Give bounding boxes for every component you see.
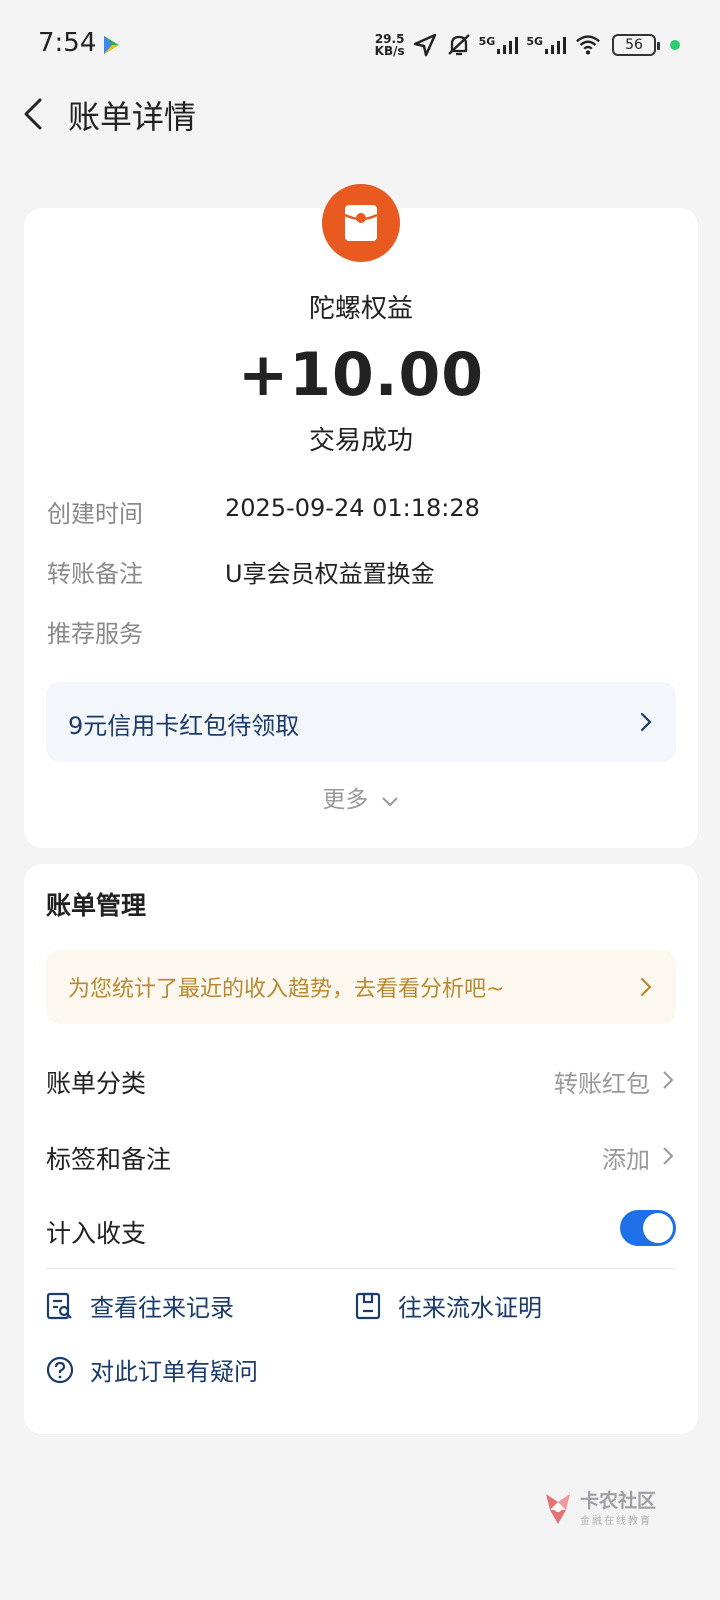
- info-value: 2025-09-24 01:18:28: [225, 494, 480, 522]
- watermark-tagline: 金融在线教育: [580, 1516, 652, 1527]
- info-label: 创建时间: [47, 500, 143, 528]
- chevron-right-icon: [663, 1071, 674, 1089]
- play-store-icon: [104, 36, 119, 54]
- records-icon: [46, 1292, 72, 1319]
- order-question-link[interactable]: 对此订单有疑问: [46, 1352, 258, 1387]
- signal-5g-1: 5G: [479, 35, 521, 55]
- section-title: 账单管理: [46, 891, 147, 920]
- amount: +10.00: [237, 340, 485, 410]
- toggle-knob: [643, 1213, 673, 1243]
- page-title: 账单详情: [68, 98, 197, 136]
- transaction-status: 交易成功: [308, 426, 413, 456]
- merchant-avatar: [322, 184, 400, 262]
- bill-category-row[interactable]: 账单分类 转账红包: [46, 1060, 676, 1100]
- row-value: 转账红包: [554, 1070, 650, 1098]
- count-income-toggle[interactable]: [620, 1210, 676, 1246]
- signal-bars-icon: [497, 37, 519, 54]
- link-label: 往来流水证明: [398, 1294, 542, 1322]
- transaction-proof-link[interactable]: 往来流水证明: [354, 1288, 542, 1323]
- link-label: 查看往来记录: [90, 1294, 234, 1322]
- question-icon: [46, 1356, 74, 1383]
- wifi-icon: [576, 35, 600, 55]
- watermark-logo-icon: [546, 1494, 570, 1524]
- location-icon: [413, 33, 436, 57]
- more-label: 更多: [322, 787, 369, 813]
- document-icon: [355, 1292, 381, 1319]
- signal-5g-2: 5G: [526, 35, 568, 55]
- income-analysis-banner[interactable]: 为您统计了最近的收入趋势，去看看分析吧~: [46, 950, 676, 1024]
- status-bar: 7:54 29.5 KB/s 5G 5G 56: [0, 0, 720, 90]
- red-envelope-icon: [344, 205, 378, 241]
- status-icons: 29.5 KB/s 5G 5G 56: [375, 28, 680, 62]
- row-label: 计入收支: [46, 1219, 147, 1248]
- info-label: 转账备注: [47, 560, 143, 588]
- more-button[interactable]: 更多: [24, 780, 698, 814]
- privacy-dot-icon: [670, 40, 680, 50]
- network-speed: 29.5 KB/s: [374, 32, 405, 58]
- promo-text: 9元信用卡红包待领取: [68, 712, 300, 740]
- battery-indicator: 56: [612, 34, 660, 56]
- watermark: 卡农社区 金融在线教育: [540, 1484, 670, 1534]
- row-label: 账单分类: [46, 1069, 147, 1098]
- chevron-right-icon: [640, 712, 652, 732]
- mute-bell-icon: [447, 34, 470, 56]
- divider: [46, 1268, 676, 1269]
- merchant-name: 陀螺权益: [308, 294, 413, 324]
- watermark-name: 卡农社区: [580, 1490, 657, 1512]
- signal-bars-icon: [545, 37, 566, 54]
- status-time: 7:54: [38, 28, 97, 58]
- back-arrow-icon[interactable]: [20, 94, 50, 134]
- tags-notes-row[interactable]: 标签和备注 添加: [46, 1136, 676, 1176]
- chevron-down-icon: [381, 796, 398, 806]
- link-label: 对此订单有疑问: [90, 1358, 258, 1386]
- count-income-row: 计入收支: [46, 1210, 676, 1250]
- header: 账单详情: [0, 80, 720, 150]
- bill-management-card: 账单管理 为您统计了最近的收入趋势，去看看分析吧~ 账单分类 转账红包 标签和备…: [24, 864, 698, 1434]
- analysis-tip: 为您统计了最近的收入趋势，去看看分析吧~: [68, 977, 505, 1002]
- row-label: 标签和备注: [46, 1145, 172, 1174]
- chevron-right-icon: [663, 1147, 674, 1165]
- transaction-card: 陀螺权益 +10.00 交易成功 创建时间 2025-09-24 01:18:2…: [24, 184, 698, 848]
- chevron-right-icon: [640, 977, 652, 997]
- row-value: 添加: [602, 1146, 650, 1174]
- info-label: 推荐服务: [47, 620, 143, 648]
- promo-banner[interactable]: 9元信用卡红包待领取: [46, 682, 676, 762]
- view-records-link[interactable]: 查看往来记录: [46, 1288, 234, 1323]
- info-value: U享会员权益置换金: [225, 560, 435, 588]
